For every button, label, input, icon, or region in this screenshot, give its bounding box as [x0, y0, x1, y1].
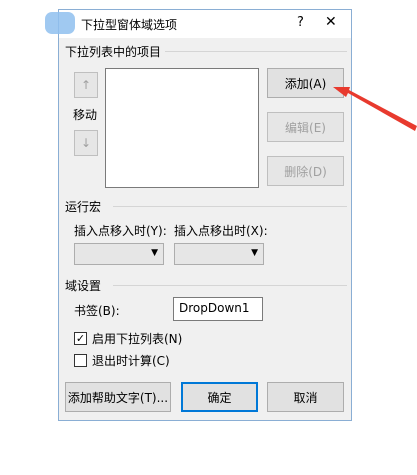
- annotation-arrow-icon: [333, 87, 417, 131]
